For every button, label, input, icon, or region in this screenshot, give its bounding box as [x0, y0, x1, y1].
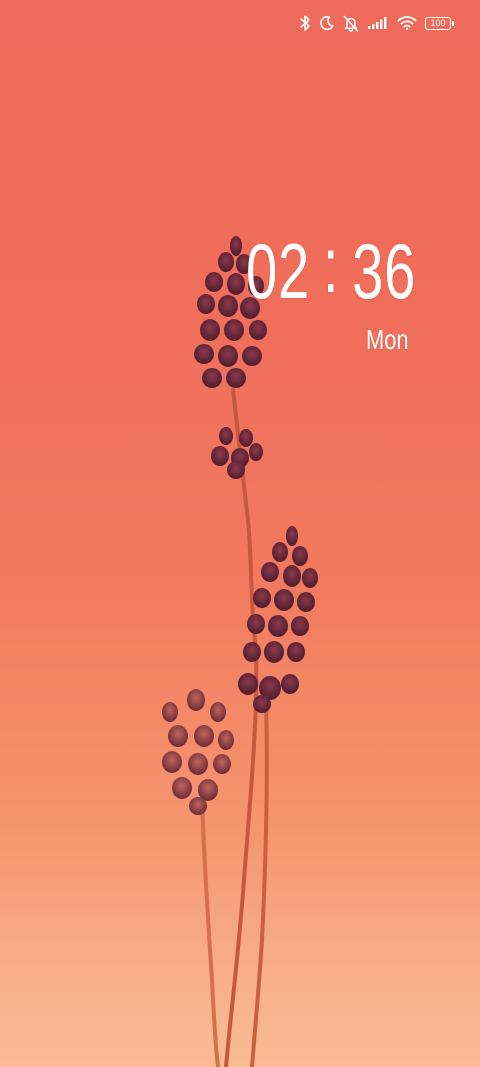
lock-screen-clock: 02 : 36 Mon: [246, 221, 436, 356]
clock-hours: 02: [246, 226, 310, 315]
clock-time: 02 : 36: [246, 221, 415, 316]
stems: [200, 388, 269, 1067]
clock-separator: :: [322, 220, 340, 309]
battery-level: 100: [430, 17, 446, 28]
wifi-icon: [397, 13, 417, 33]
battery-tip: [452, 20, 454, 26]
wallpaper-image: [162, 236, 318, 1067]
lavender-left: [162, 689, 234, 815]
clock-day: Mon: [366, 324, 409, 355]
bell-off-icon: [343, 13, 359, 33]
signal-icon: [367, 13, 389, 33]
status-bar: 100: [299, 10, 454, 36]
battery-body: 100: [425, 16, 451, 30]
moon-icon: [319, 13, 335, 33]
clock-minutes: 36: [352, 226, 417, 315]
battery-icon: 100: [425, 16, 454, 30]
bluetooth-icon: [299, 13, 311, 33]
